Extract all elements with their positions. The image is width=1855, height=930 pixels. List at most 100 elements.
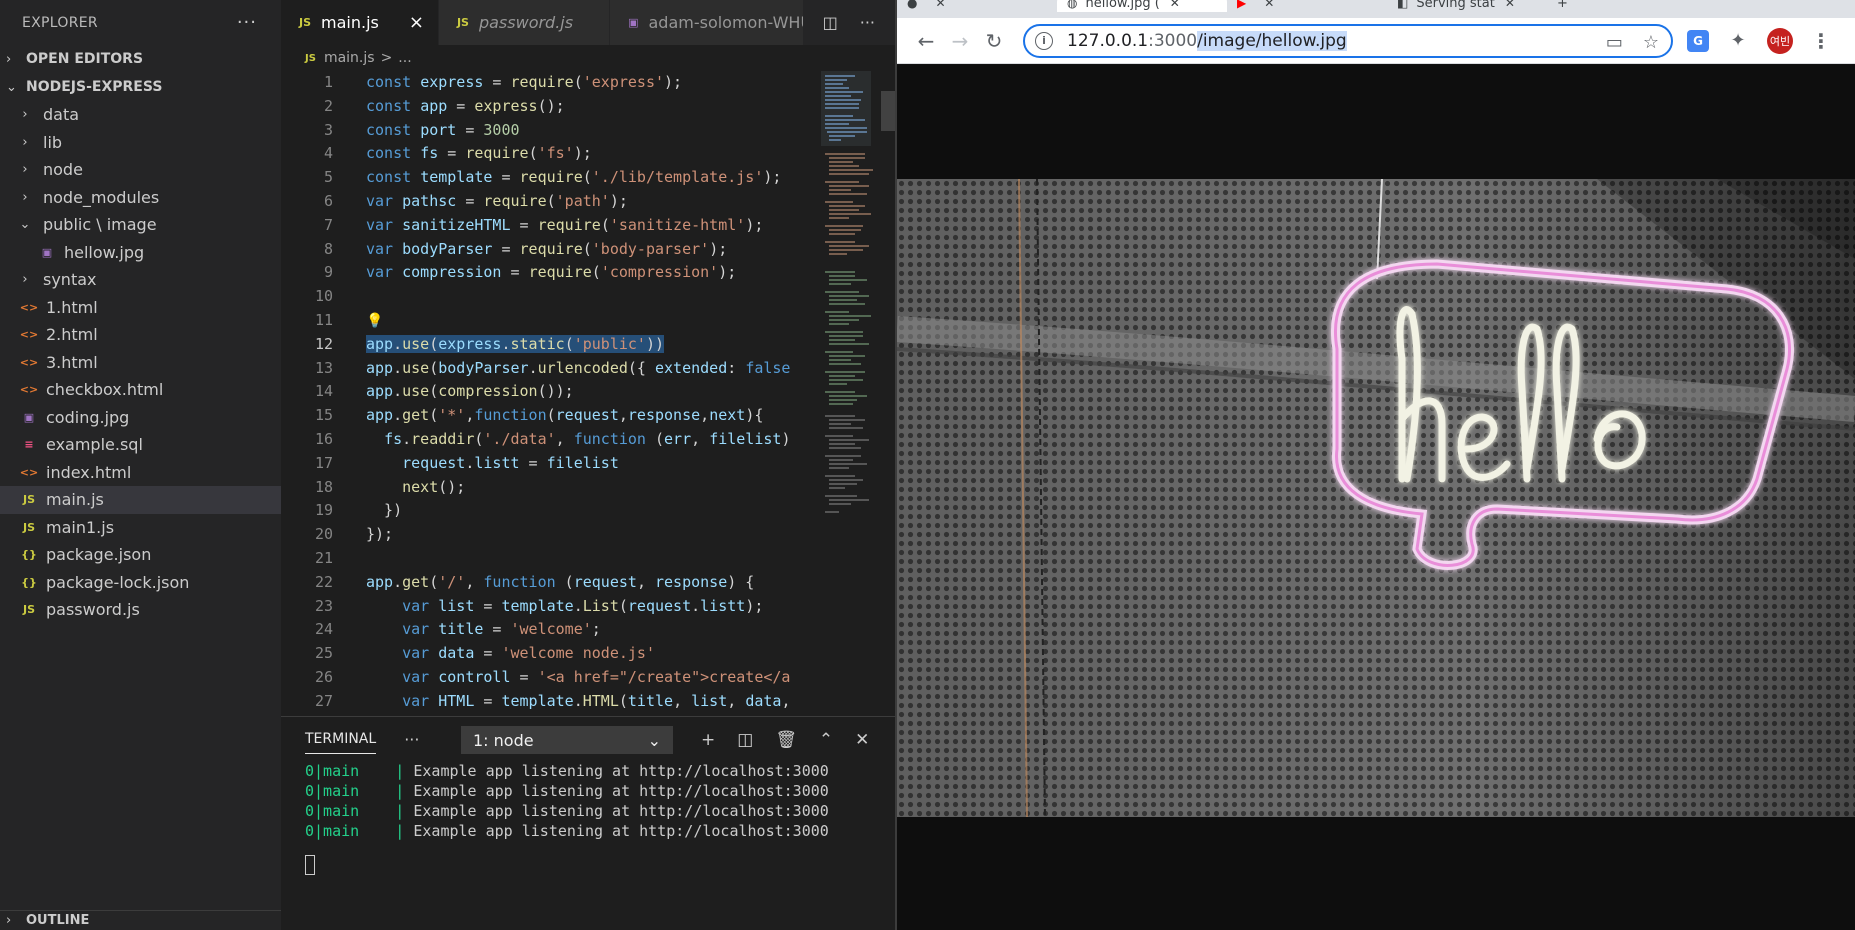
editor-area: JS main.js × JS password.js ▣ adam-solom… [281,0,895,930]
tree-label: 2.html [46,325,98,345]
chevron-right-icon: › [6,51,12,67]
code-line: 15 app.get('*',function(request,response,… [314,406,764,425]
tree-file[interactable]: <> 3.html [0,349,281,377]
chevron-down-icon: ⌄ [647,730,661,750]
explorer-title: EXPLORER [22,14,98,31]
back-button[interactable]: ← [909,24,943,58]
trash-icon[interactable]: 🗑 [775,730,797,750]
new-tab-button[interactable]: + [1547,0,1578,12]
minimap[interactable] [821,71,881,716]
terminal-selected: 1: node [473,730,534,750]
code-line: 24 var title = 'welcome'; [314,620,601,639]
close-icon[interactable]: ✕ [1505,0,1515,10]
tree-folder[interactable]: › syntax [0,266,281,294]
terminal-tab[interactable]: TERMINAL [305,731,377,754]
js-file-icon: JS [22,520,35,534]
more-actions-icon[interactable]: ··· [860,13,875,32]
code-line: 4 const fs = require('fs'); [323,144,592,163]
more-actions-icon[interactable]: ··· [237,12,257,33]
tab-password-js[interactable]: JS password.js [438,0,611,45]
tree-label: data [43,105,80,125]
tree-folder[interactable]: › node_modules [0,184,281,212]
close-icon[interactable]: ✕ [1264,0,1274,10]
breadcrumb-separator: > [380,50,393,66]
browser-tab[interactable]: ▶ ✕ [1227,0,1387,12]
star-icon[interactable]: ☆ [1643,32,1659,53]
code-line: 1 const express = require('express'); [323,73,683,91]
browser-tab[interactable]: ● ✕ [897,0,1057,12]
tree-label: node_modules [43,187,160,207]
reload-button[interactable]: ↻ [977,24,1011,58]
code-line: 19 }) [314,501,403,520]
tree-file[interactable]: ▣ coding.jpg [0,404,281,432]
tree-folder[interactable]: ⌄ public \ image [0,211,281,239]
close-icon[interactable]: × [409,12,424,33]
editor-scrollbar[interactable] [881,71,895,716]
json-file-icon: {} [21,575,37,589]
tree-folder[interactable]: › data [0,101,281,129]
kebab-menu-icon[interactable]: ⋮ [1811,29,1831,53]
code-line: 12 app.use(express.static('public')) [314,334,665,353]
cast-icon[interactable]: ▭ [1606,32,1623,53]
code-line: 27 var HTML = template.HTML(title, list,… [314,691,791,710]
explorer-panel: EXPLORER ··· › OPEN EDITORS ⌄ NODEJS-EXP… [0,0,281,930]
code-line: 10 [314,287,333,306]
outline-label: OUTLINE [26,913,90,928]
browser-toolbar: ← → ↻ i 127.0.0.1:3000/image/hellow.jpg … [897,18,1855,64]
close-icon[interactable]: ✕ [935,0,945,10]
breadcrumb-file[interactable]: main.js [324,50,375,66]
close-icon[interactable]: ✕ [1170,0,1180,10]
tree-file[interactable]: {} package-lock.json [0,569,281,597]
html-file-icon: <> [19,328,39,342]
tree-label: hellow.jpg [64,242,145,262]
info-icon[interactable]: i [1035,31,1053,50]
tree-file[interactable]: <> 2.html [0,321,281,349]
address-bar[interactable]: i 127.0.0.1:3000/image/hellow.jpg ▭ ☆ [1023,23,1673,58]
tree-file[interactable]: JS main.js [0,486,281,514]
tree-file[interactable]: JS password.js [0,596,281,624]
tree-label: main.js [46,490,104,510]
tree-file[interactable]: {} package.json [0,541,281,569]
tab-main-js[interactable]: JS main.js × [281,0,439,45]
tree-file[interactable]: JS main1.js [0,514,281,542]
code-editor[interactable]: 1 const express = require('express'); 2 co… [281,71,821,716]
outline-section[interactable]: › OUTLINE [0,910,281,930]
lightbulb-icon[interactable]: 💡 [366,313,383,329]
browser-tab-active[interactable]: ◍ hellow.jpg ( ✕ [1057,0,1227,12]
forward-button[interactable]: → [943,24,977,58]
translate-extension-icon[interactable]: G [1687,29,1709,52]
code-line: 7 var sanitizeHTML = require('sanitize-ht… [323,215,764,234]
code-line: 18 next(); [314,477,466,496]
extensions-icon[interactable]: ✦ [1727,30,1749,52]
terminal-line: 0|main | Example app listening at http:/… [305,762,829,780]
hello-neon-image [897,179,1855,817]
tree-file[interactable]: <> checkbox.html [0,376,281,404]
maximize-panel-icon[interactable]: ⌃ [819,730,833,750]
tree-label: password.js [46,600,140,620]
terminal-output[interactable]: 0|main | Example app listening at http:/… [281,761,895,880]
project-section[interactable]: ⌄ NODEJS-EXPRESS [0,73,281,101]
browser-tab[interactable]: ◧ Serving stat ✕ [1387,0,1547,12]
terminal-selector[interactable]: 1: node ⌄ [461,726,673,754]
breadcrumb-symbol[interactable]: ... [398,50,411,66]
split-terminal-icon[interactable]: ◫ [737,730,753,750]
open-editors-section[interactable]: › OPEN EDITORS [0,45,281,73]
tree-file[interactable]: ≡ example.sql [0,431,281,459]
tree-folder[interactable]: › lib [0,129,281,157]
more-actions-icon[interactable]: ··· [404,730,419,749]
new-terminal-icon[interactable]: + [701,730,715,750]
close-panel-icon[interactable]: ✕ [855,730,869,750]
code-line: 5 const template = require('./lib/templat… [323,168,782,187]
avatar[interactable]: 여빈 [1767,27,1793,54]
tree-file[interactable]: ▣ hellow.jpg [0,239,281,267]
split-editor-icon[interactable]: ◫ [823,13,838,32]
tree-folder[interactable]: › node [0,156,281,184]
code-line: 13 app.use(bodyParser.urlencoded({ extend… [314,358,791,377]
tree-label: checkbox.html [46,380,164,400]
code-line: 9 var compression = require('compression'… [323,263,737,282]
js-file-icon: JS [305,52,316,64]
scrollbar-thumb[interactable] [881,91,895,131]
tree-file[interactable]: <> 1.html [0,294,281,322]
tree-file[interactable]: <> index.html [0,459,281,487]
code-line: 2 const app = express(); [323,96,565,115]
